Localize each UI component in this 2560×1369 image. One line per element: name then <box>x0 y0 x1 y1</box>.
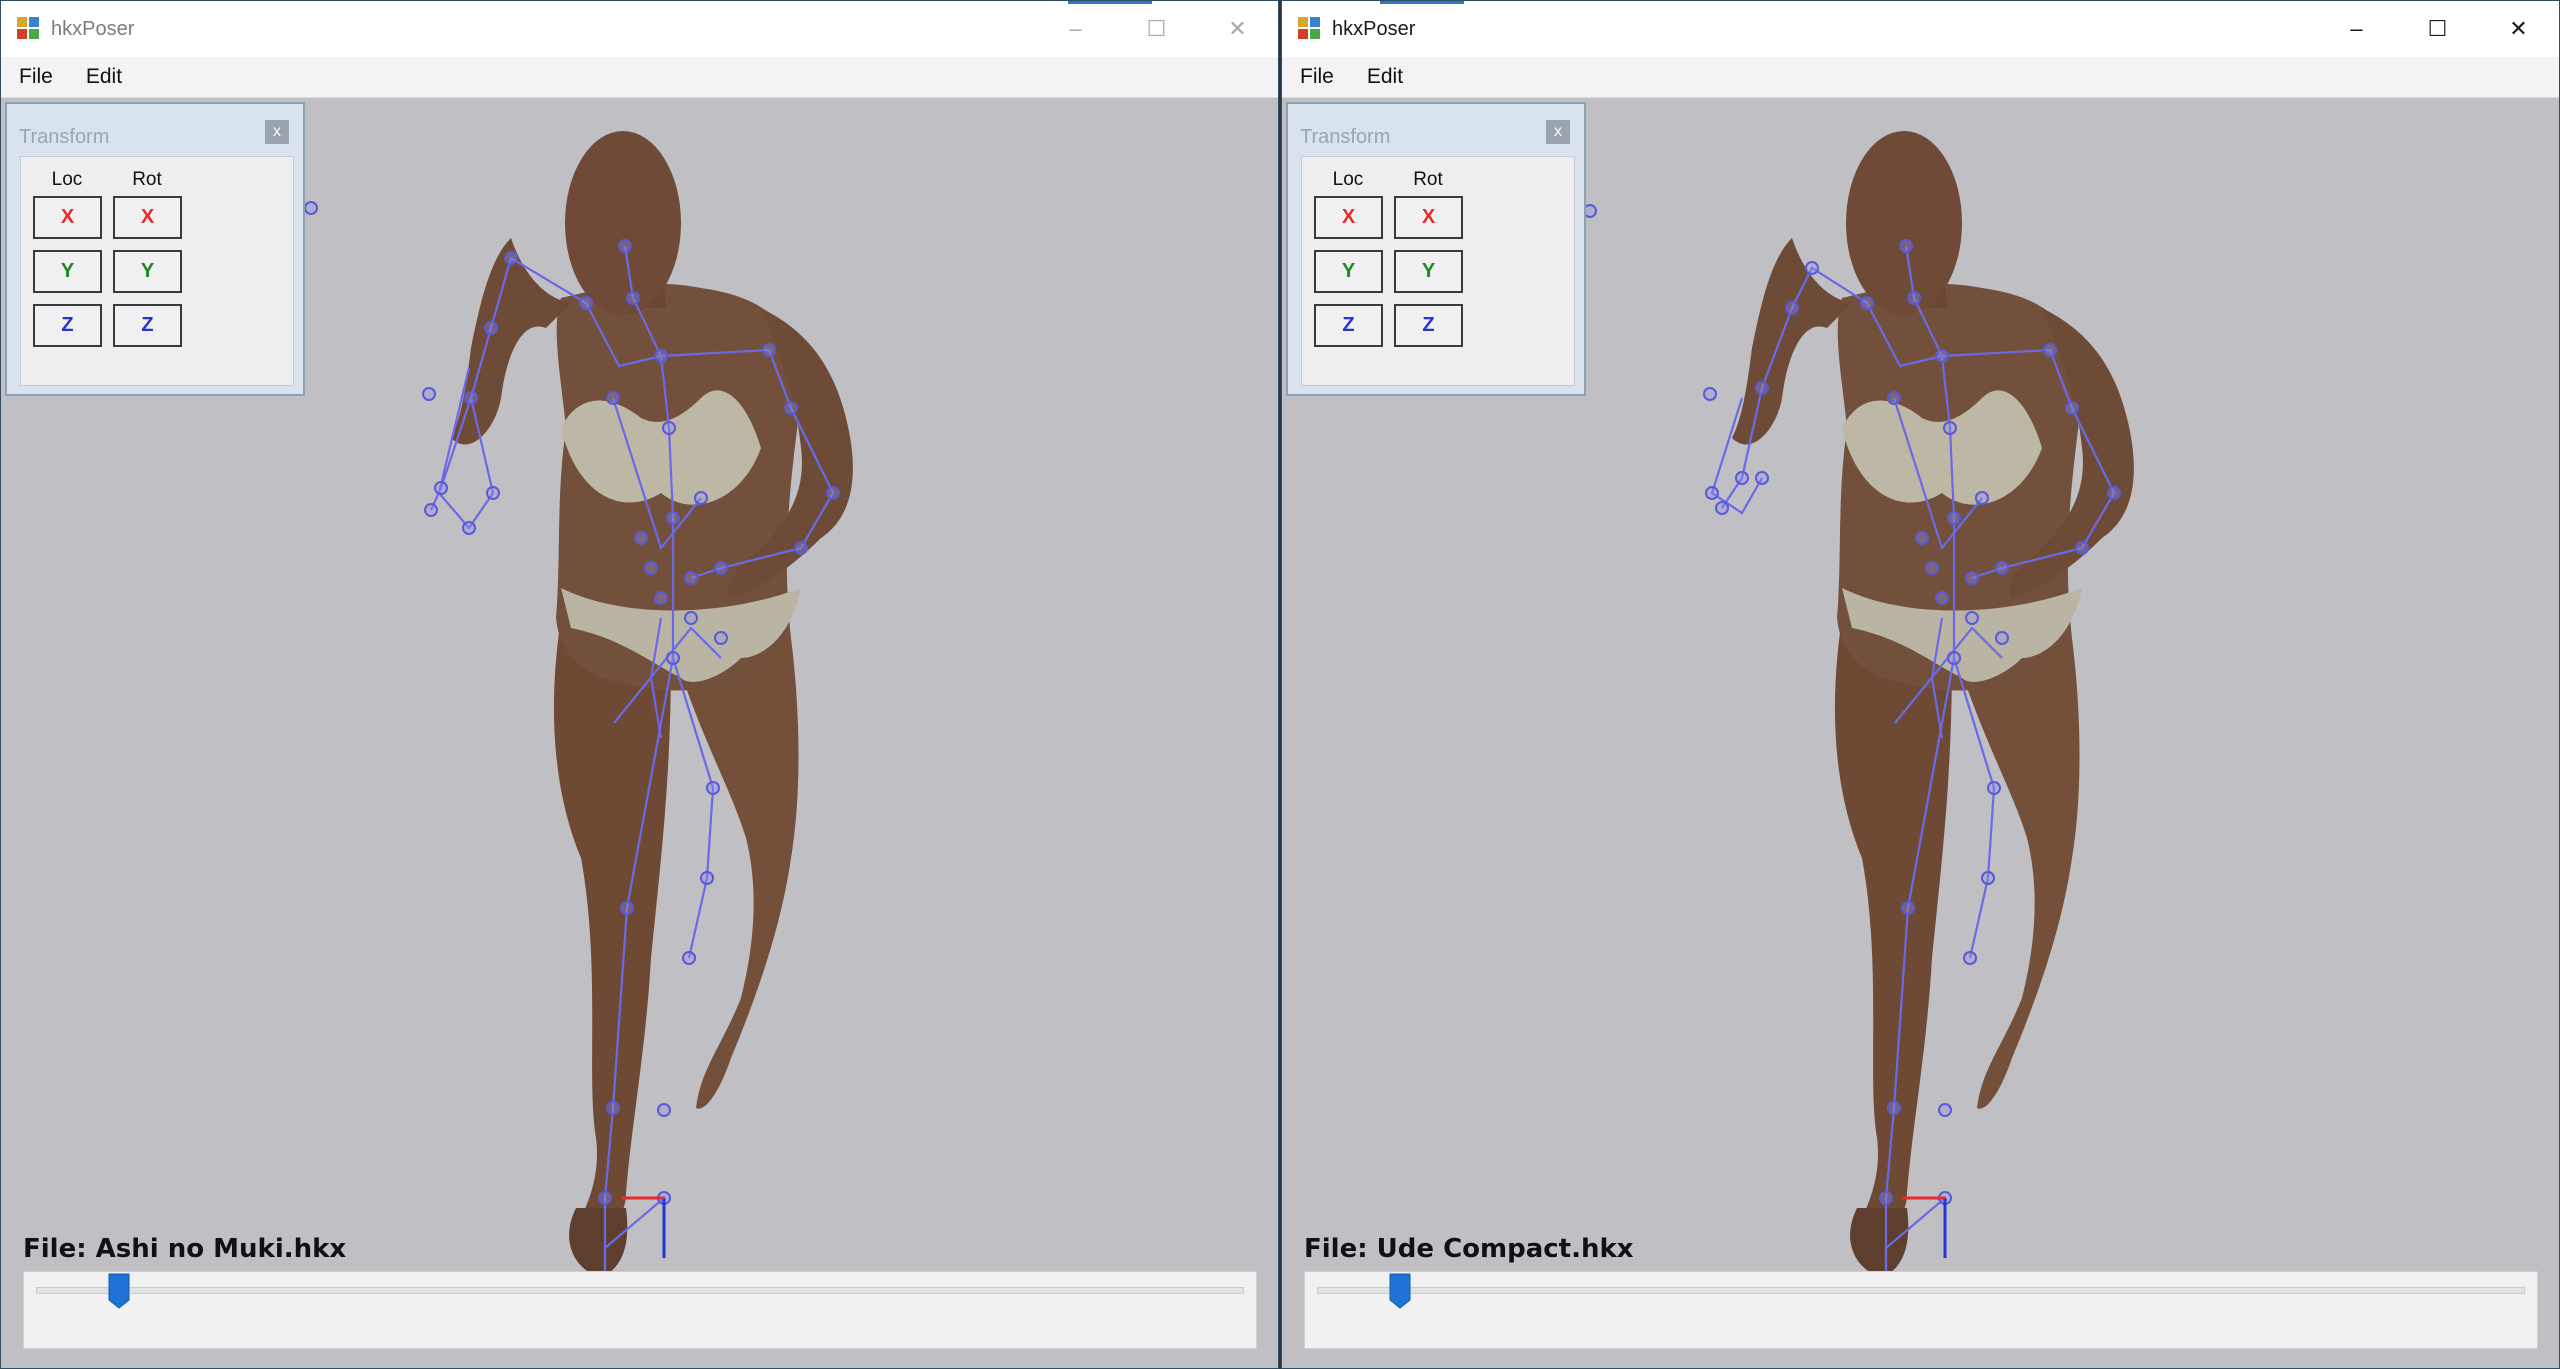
rot-header: Rot <box>132 169 162 190</box>
transform-close-button[interactable]: x <box>265 120 289 144</box>
menu-bar: File Edit <box>1 57 1278 98</box>
transform-close-button[interactable]: x <box>1546 120 1570 144</box>
rot-y-button[interactable]: Y <box>113 250 182 293</box>
hkxposer-window-right[interactable]: hkxPoser – ☐ ✕ File Edit Transform x Loc… <box>1281 0 2560 1369</box>
transform-panel[interactable]: Transform x Loc Rot X X Y Y Z Z <box>5 102 305 396</box>
loc-header: Loc <box>51 169 83 190</box>
slider-track[interactable] <box>36 1287 1244 1294</box>
close-button[interactable]: ✕ <box>2478 1 2559 57</box>
app-icon <box>1298 17 1322 41</box>
loc-y-button[interactable]: Y <box>1314 250 1383 293</box>
transform-panel[interactable]: Transform x Loc Rot X X Y Y Z Z <box>1286 102 1586 396</box>
frame-slider[interactable] <box>23 1271 1257 1349</box>
active-indicator <box>1380 1 1464 4</box>
window-title: hkxPoser <box>51 17 135 40</box>
close-button[interactable]: ✕ <box>1197 1 1278 57</box>
transform-panel-title: Transform <box>19 126 110 148</box>
frame-slider[interactable] <box>1304 1271 2538 1349</box>
maximize-button[interactable]: ☐ <box>2397 1 2478 57</box>
rot-z-button[interactable]: Z <box>1394 304 1463 347</box>
rot-x-button[interactable]: X <box>113 196 182 239</box>
title-bar[interactable]: hkxPoser – ☐ ✕ <box>1282 1 2559 57</box>
transform-controls: Loc Rot X X Y Y Z Z <box>20 156 294 386</box>
loc-y-button[interactable]: Y <box>33 250 102 293</box>
rot-header: Rot <box>1413 169 1443 190</box>
3d-viewport[interactable]: Transform x Loc Rot X X Y Y Z Z File: Ud… <box>1282 98 2559 1368</box>
window-title: hkxPoser <box>1332 17 1416 40</box>
loc-header: Loc <box>1332 169 1364 190</box>
minimize-button[interactable]: – <box>1035 1 1116 57</box>
hkxposer-window-left[interactable]: hkxPoser – ☐ ✕ File Edit Transform x Loc… <box>0 0 1279 1369</box>
character-body <box>451 131 853 1278</box>
loc-x-button[interactable]: X <box>33 196 102 239</box>
app-icon <box>17 17 41 41</box>
menu-file[interactable]: File <box>1 65 68 89</box>
loc-z-button[interactable]: Z <box>1314 304 1383 347</box>
loc-x-button[interactable]: X <box>1314 196 1383 239</box>
slider-track[interactable] <box>1317 1287 2525 1294</box>
maximize-button[interactable]: ☐ <box>1116 1 1197 57</box>
transform-controls: Loc Rot X X Y Y Z Z <box>1301 156 1575 386</box>
menu-bar: File Edit <box>1282 57 2559 98</box>
slider-thumb[interactable] <box>1388 1272 1412 1310</box>
rot-y-button[interactable]: Y <box>1394 250 1463 293</box>
file-label: File: Ude Compact.hkx <box>1304 1234 1634 1264</box>
loc-z-button[interactable]: Z <box>33 304 102 347</box>
3d-viewport[interactable]: Transform x Loc Rot X X Y Y Z Z File: As… <box>1 98 1278 1368</box>
title-bar[interactable]: hkxPoser – ☐ ✕ <box>1 1 1278 57</box>
rot-z-button[interactable]: Z <box>113 304 182 347</box>
menu-edit[interactable]: Edit <box>1349 65 1418 89</box>
transform-panel-title: Transform <box>1300 126 1391 148</box>
menu-file[interactable]: File <box>1282 65 1349 89</box>
file-label: File: Ashi no Muki.hkx <box>23 1234 347 1264</box>
menu-edit[interactable]: Edit <box>68 65 137 89</box>
rot-x-button[interactable]: X <box>1394 196 1463 239</box>
minimize-button[interactable]: – <box>2316 1 2397 57</box>
slider-thumb[interactable] <box>107 1272 131 1310</box>
